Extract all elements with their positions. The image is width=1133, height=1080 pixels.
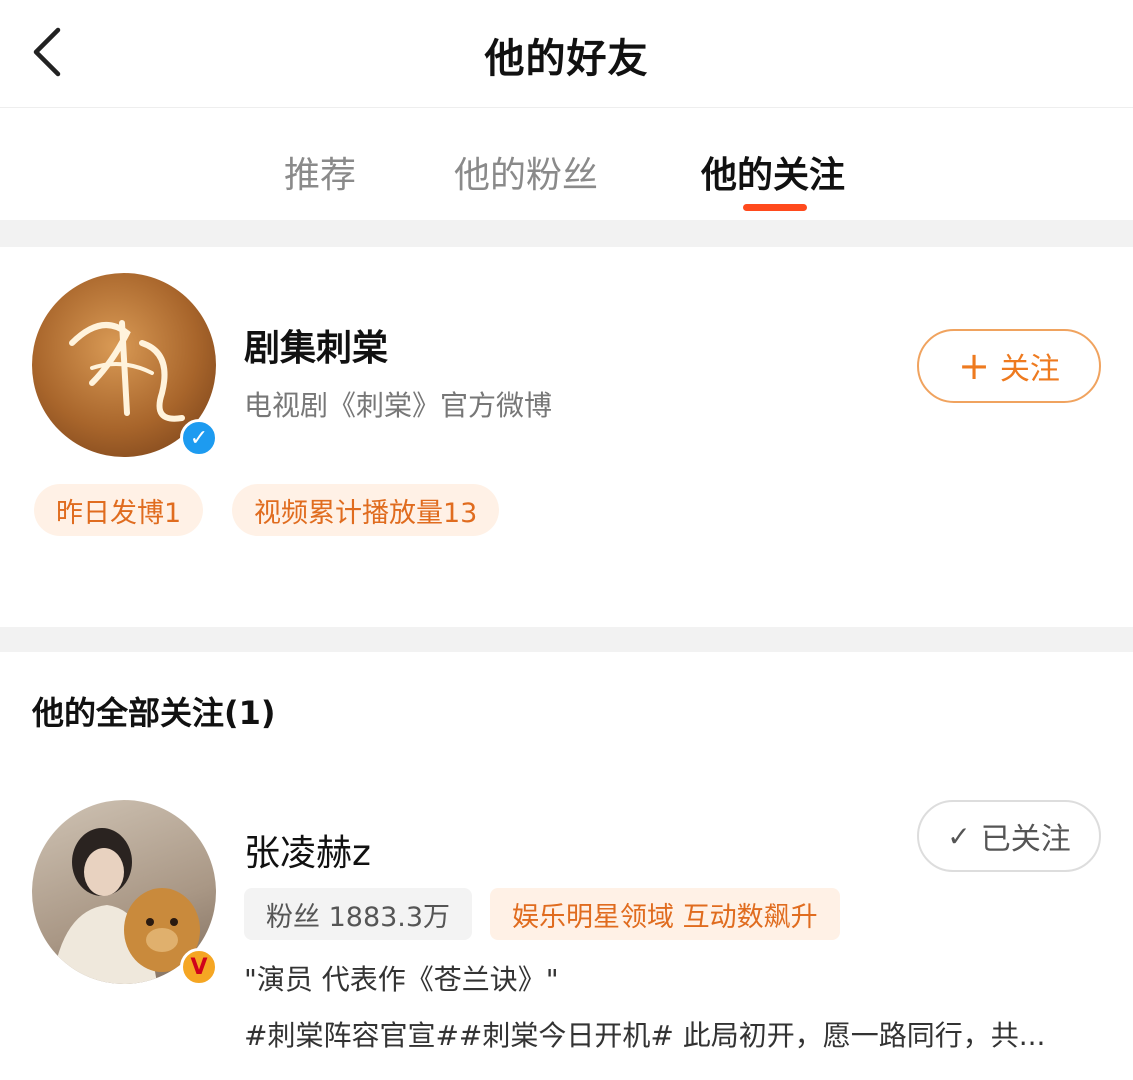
activity-tag: 昨日发博1 xyxy=(34,484,204,536)
following-user-card[interactable]: V 张凌赫z ✓ 已关注 粉丝 1883.3万 娱乐明星领域 互动数飙升 "演员… xyxy=(0,770,1133,1080)
section-divider xyxy=(0,627,1133,652)
followed-button-label: 已关注 xyxy=(980,822,1071,857)
user-description: 电视剧《刺棠》官方微博 xyxy=(244,389,553,422)
tab-recommended[interactable]: 推荐 xyxy=(284,146,356,198)
views-tag: 视频累计播放量13 xyxy=(232,484,500,536)
tab-bar: 推荐 他的粉丝 他的关注 xyxy=(0,108,1133,220)
tab-his-following[interactable]: 他的关注 xyxy=(701,146,845,198)
active-tab-indicator xyxy=(743,204,807,211)
follow-button[interactable]: + 关注 xyxy=(917,329,1101,403)
latest-post-preview[interactable]: #刺棠阵容官宣##刺棠今日开机# 此局初开，愿一路同行，共... xyxy=(244,1014,1094,1054)
user-name[interactable]: 剧集刺棠 xyxy=(244,319,388,371)
plus-icon: + xyxy=(958,344,990,388)
followed-button[interactable]: ✓ 已关注 xyxy=(917,800,1101,872)
recommended-user-card[interactable]: ✓ 剧集刺棠 电视剧《刺棠》官方微博 + 关注 昨日发博1 视频累计播放量13 xyxy=(0,247,1133,627)
section-title: 他的全部关注(1) xyxy=(32,694,276,732)
page-title: 他的好友 xyxy=(484,36,649,82)
user-bio: "演员 代表作《苍兰诀》" xyxy=(244,963,559,996)
section-divider xyxy=(0,220,1133,247)
domain-badge: 娱乐明星领域 互动数飙升 xyxy=(490,888,840,940)
verified-badge-icon: V xyxy=(180,948,218,986)
tab-his-fans[interactable]: 他的粉丝 xyxy=(454,146,598,198)
top-bar: 他的好友 xyxy=(0,0,1133,108)
verified-badge-icon: ✓ xyxy=(180,419,218,457)
user-name[interactable]: 张凌赫z xyxy=(244,824,371,876)
check-icon: ✓ xyxy=(947,819,971,853)
fans-count: 粉丝 1883.3万 xyxy=(244,888,473,940)
follow-button-label: 关注 xyxy=(999,352,1060,387)
